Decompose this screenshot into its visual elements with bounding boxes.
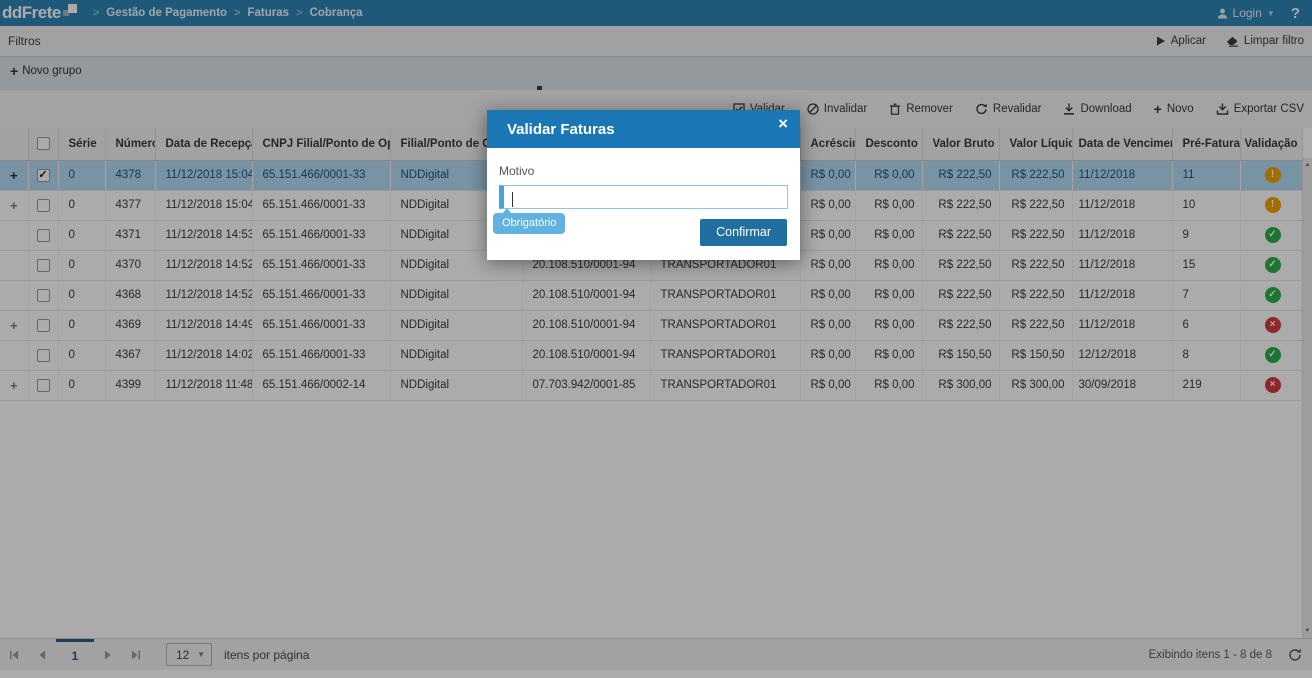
motivo-input[interactable] [499, 185, 788, 209]
modal-header: Validar Faturas × [487, 110, 800, 148]
motivo-label: Motivo [499, 164, 535, 178]
required-tooltip: Obrigatório [493, 208, 566, 234]
modal-overlay[interactable] [0, 0, 1312, 678]
modal-title: Validar Faturas [507, 120, 615, 138]
validate-invoices-modal: Validar Faturas × Motivo Obrigatório Con… [487, 110, 800, 260]
confirm-button[interactable]: Confirmar [700, 219, 787, 246]
modal-body: Motivo Obrigatório Confirmar [487, 148, 800, 260]
close-icon[interactable]: × [778, 115, 788, 132]
text-cursor [512, 192, 513, 207]
